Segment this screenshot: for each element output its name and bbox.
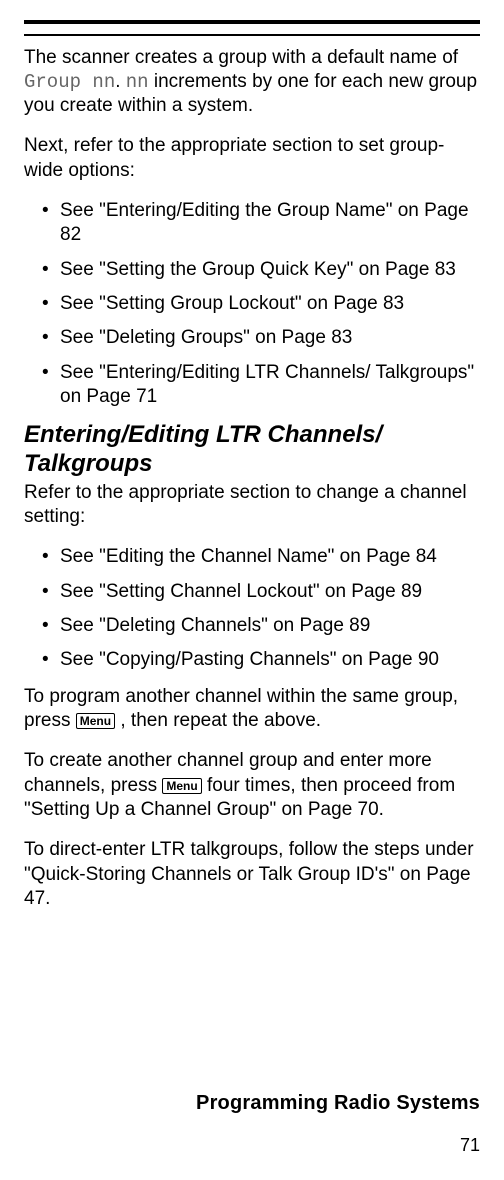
- list-item: See "Entering/Editing the Group Name" on…: [42, 199, 480, 248]
- next-paragraph: Next, refer to the appropriate section t…: [24, 134, 480, 183]
- list-item: See "Setting Channel Lockout" on Page 89: [42, 580, 480, 604]
- intro-text-1: The scanner creates a group with a defau…: [24, 47, 458, 68]
- intro-code-2: nn: [126, 71, 149, 93]
- rule-thick: [24, 20, 480, 24]
- program-text-2: , then repeat the above.: [115, 710, 321, 731]
- create-paragraph: To create another channel group and ente…: [24, 749, 480, 822]
- menu-key-icon: Menu: [76, 713, 115, 729]
- intro-code-1: Group nn: [24, 71, 115, 93]
- list-item: See "Deleting Channels" on Page 89: [42, 614, 480, 638]
- list-item: See "Setting the Group Quick Key" on Pag…: [42, 258, 480, 282]
- list-item: See "Deleting Groups" on Page 83: [42, 326, 480, 350]
- header-rules: [24, 20, 480, 36]
- intro-paragraph: The scanner creates a group with a defau…: [24, 46, 480, 119]
- refer-paragraph: Refer to the appropriate section to chan…: [24, 481, 480, 530]
- footer-title: Programming Radio Systems: [196, 1092, 480, 1115]
- menu-key-icon: Menu: [162, 778, 201, 794]
- program-paragraph: To program another channel within the sa…: [24, 685, 480, 734]
- rule-thin: [24, 34, 480, 36]
- list-item: See "Entering/Editing LTR Channels/ Talk…: [42, 361, 480, 410]
- group-options-list: See "Entering/Editing the Group Name" on…: [24, 199, 480, 409]
- channel-options-list: See "Editing the Channel Name" on Page 8…: [24, 545, 480, 672]
- direct-paragraph: To direct-enter LTR talkgroups, follow t…: [24, 838, 480, 911]
- list-item: See "Editing the Channel Name" on Page 8…: [42, 545, 480, 569]
- list-item: See "Setting Group Lockout" on Page 83: [42, 292, 480, 316]
- page-footer: Programming Radio Systems 71: [196, 1092, 480, 1156]
- intro-text-2: .: [115, 71, 126, 92]
- list-item: See "Copying/Pasting Channels" on Page 9…: [42, 648, 480, 672]
- page-number: 71: [196, 1135, 480, 1156]
- section-heading: Entering/Editing LTR Channels/ Talkgroup…: [24, 421, 480, 479]
